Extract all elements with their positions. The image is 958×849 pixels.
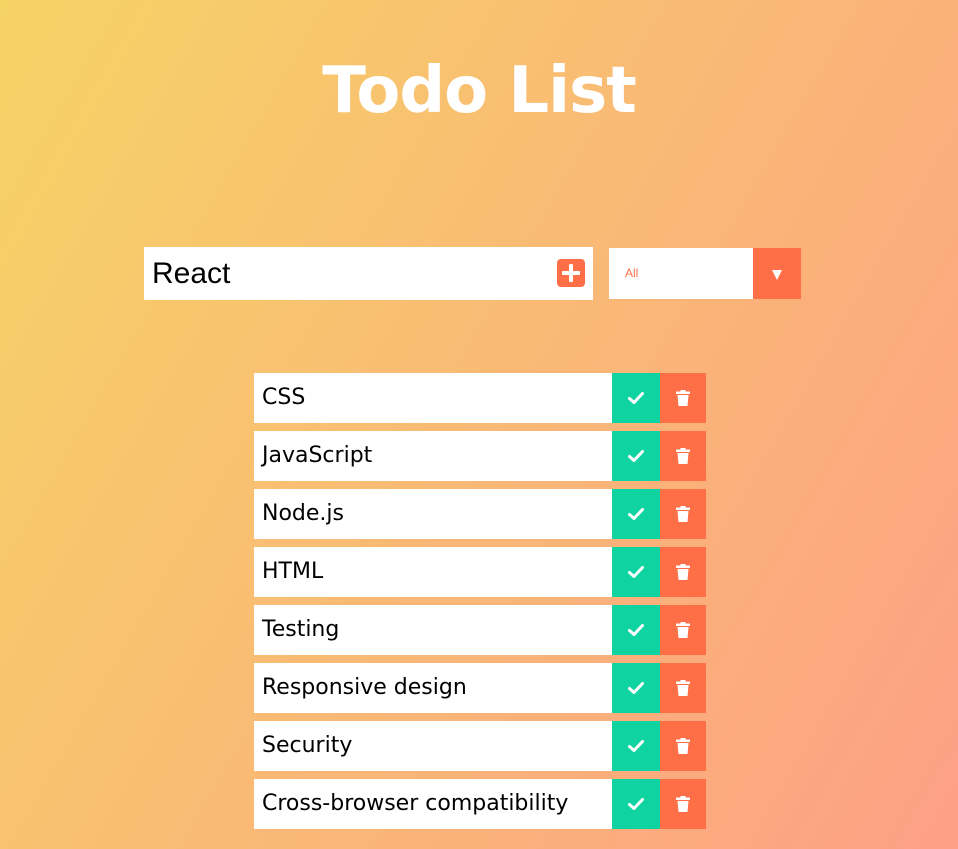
trash-icon: [660, 547, 706, 597]
todo-item-text: Testing: [262, 617, 340, 642]
trash-icon: [660, 373, 706, 423]
todo-item-text: Responsive design: [262, 675, 467, 700]
todo-item: HTML: [254, 547, 706, 597]
check-icon: [612, 779, 660, 829]
todo-item-text: Node.js: [262, 501, 344, 526]
todo-item: Security: [254, 721, 706, 771]
delete-button[interactable]: [660, 779, 706, 829]
complete-button[interactable]: [612, 605, 660, 655]
delete-button[interactable]: [660, 373, 706, 423]
todo-list: CSS JavaScript Node.js HTML Testing Resp…: [254, 373, 706, 837]
chevron-down-icon[interactable]: [753, 248, 801, 299]
todo-item-text: JavaScript: [262, 443, 373, 468]
todo-form: [144, 247, 593, 300]
complete-button[interactable]: [612, 663, 660, 713]
complete-button[interactable]: [612, 373, 660, 423]
trash-icon: [660, 431, 706, 481]
complete-button[interactable]: [612, 547, 660, 597]
trash-icon: [660, 605, 706, 655]
delete-button[interactable]: [660, 721, 706, 771]
delete-button[interactable]: [660, 605, 706, 655]
todo-item: Cross-browser compatibility: [254, 779, 706, 829]
trash-icon: [660, 489, 706, 539]
complete-button[interactable]: [612, 721, 660, 771]
todo-item: Responsive design: [254, 663, 706, 713]
todo-input[interactable]: [144, 247, 544, 300]
page-title: Todo List: [322, 54, 637, 128]
filter-select[interactable]: All: [609, 248, 801, 299]
todo-item-text: Cross-browser compatibility: [262, 791, 569, 816]
check-icon: [612, 605, 660, 655]
todo-item-text: HTML: [262, 559, 324, 584]
delete-button[interactable]: [660, 489, 706, 539]
check-icon: [612, 547, 660, 597]
todo-item: Node.js: [254, 489, 706, 539]
delete-button[interactable]: [660, 547, 706, 597]
check-icon: [612, 721, 660, 771]
todo-item-text: Security: [262, 733, 353, 758]
complete-button[interactable]: [612, 489, 660, 539]
todo-item: CSS: [254, 373, 706, 423]
check-icon: [612, 663, 660, 713]
todo-item: Testing: [254, 605, 706, 655]
filter-selected-value: All: [625, 266, 639, 280]
complete-button[interactable]: [612, 779, 660, 829]
delete-button[interactable]: [660, 431, 706, 481]
check-icon: [612, 489, 660, 539]
trash-icon: [660, 779, 706, 829]
complete-button[interactable]: [612, 431, 660, 481]
check-icon: [612, 373, 660, 423]
trash-icon: [660, 721, 706, 771]
delete-button[interactable]: [660, 663, 706, 713]
todo-item: JavaScript: [254, 431, 706, 481]
add-todo-button[interactable]: [557, 259, 585, 287]
check-icon: [612, 431, 660, 481]
trash-icon: [660, 663, 706, 713]
todo-item-text: CSS: [262, 385, 306, 410]
